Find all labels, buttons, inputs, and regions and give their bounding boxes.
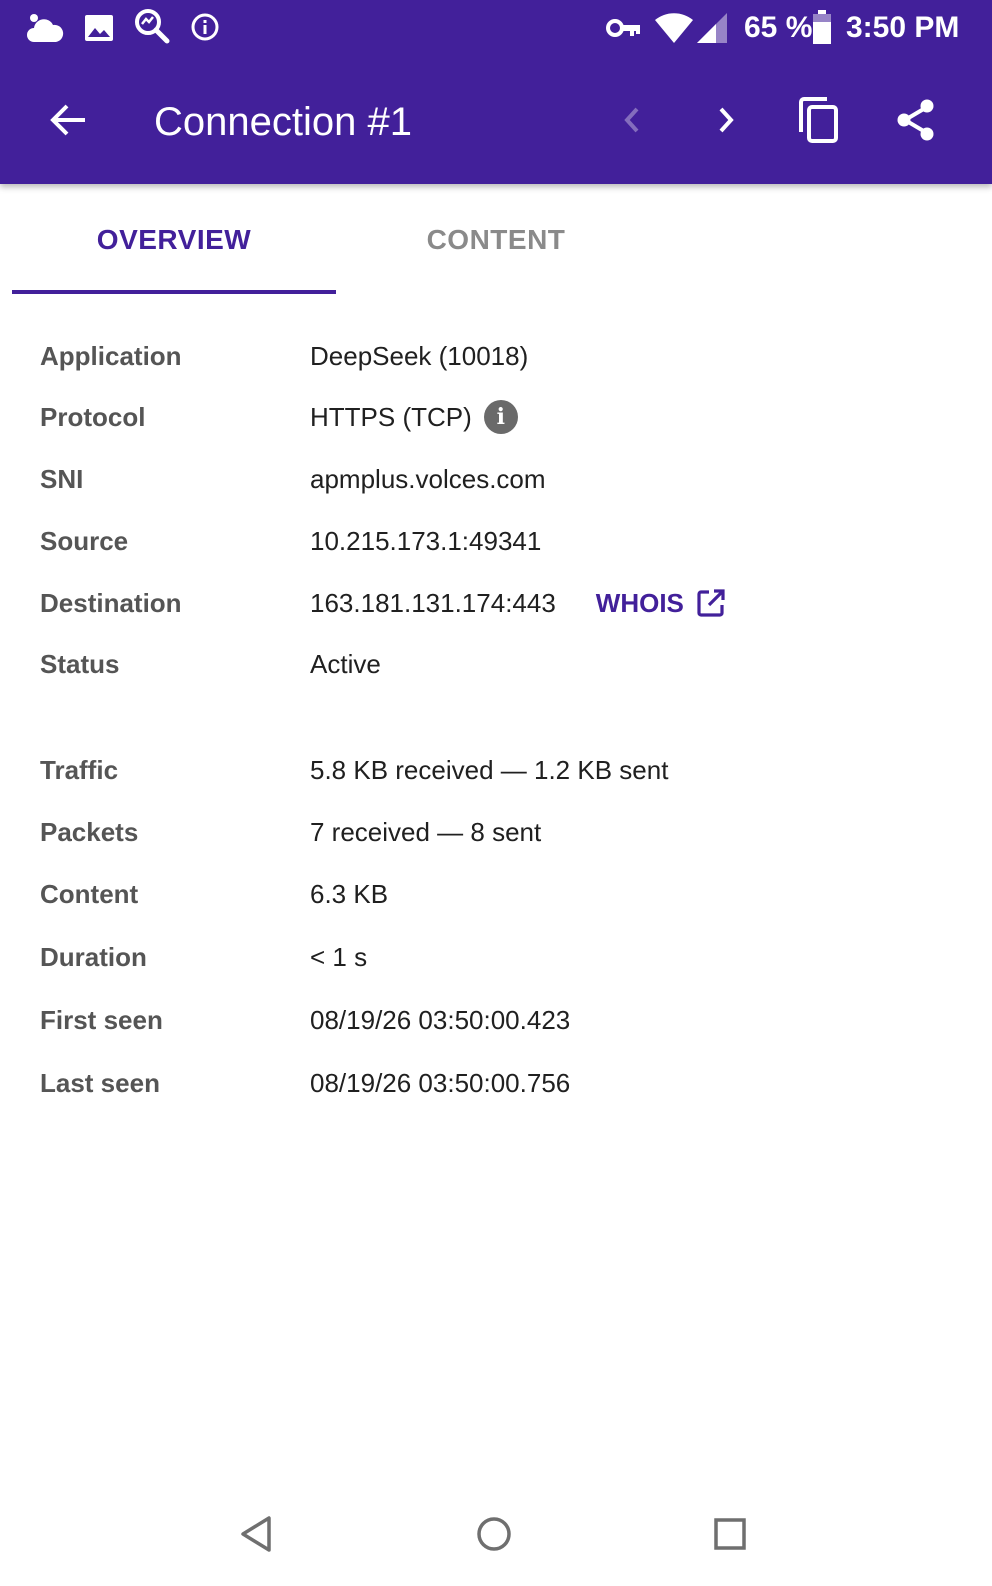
nav-recents-icon: [714, 1518, 746, 1550]
detail-value: apmplus.volces.com: [310, 455, 546, 503]
source-value: 10.215.173.1:49341: [310, 526, 542, 556]
tab-content[interactable]: CONTENT: [336, 184, 656, 296]
detail-row-source: Source 10.215.173.1:49341: [0, 517, 992, 565]
search-icon: [134, 8, 170, 49]
back-button[interactable]: [36, 88, 100, 152]
share-icon: [897, 99, 934, 141]
info-icon: [190, 12, 220, 47]
detail-value: HTTPS (TCP) i: [310, 393, 518, 441]
status-value: Active: [310, 649, 381, 679]
detail-row-status: Status Active: [0, 640, 992, 688]
weather-cloud-icon: [26, 12, 64, 49]
next-connection-button[interactable]: [694, 88, 758, 152]
detail-label: Traffic: [40, 755, 119, 785]
application-value: DeepSeek (10018): [310, 341, 529, 371]
detail-value: 10.215.173.1:49341: [310, 517, 541, 565]
sni-value: apmplus.volces.com: [310, 464, 546, 494]
share-button[interactable]: [884, 88, 948, 152]
detail-row-protocol: Protocol HTTPS (TCP) i: [0, 393, 992, 441]
battery-icon: [812, 10, 832, 49]
detail-label: Source: [40, 526, 129, 556]
open-external-icon: [697, 589, 725, 617]
nav-home-button[interactable]: [464, 1504, 524, 1564]
detail-value: < 1 s: [310, 933, 367, 981]
nav-back-button[interactable]: [226, 1504, 286, 1564]
detail-label: Application: [40, 341, 182, 371]
back-arrow-icon: [50, 104, 85, 136]
destination-value: 163.181.131.174:443: [310, 588, 556, 618]
detail-label: Destination: [40, 588, 182, 618]
detail-value: 08/19/26 03:50:00.756: [310, 1059, 570, 1107]
copy-icon: [799, 97, 838, 143]
detail-row-traffic: Traffic 5.8 KB received — 1.2 KB sent: [0, 746, 992, 794]
app-bar: 65 % 3:50 PM Connection #1: [0, 0, 992, 184]
protocol-info-icon[interactable]: i: [483, 400, 518, 434]
detail-value: 163.181.131.174:443 WHOIS: [310, 579, 726, 627]
detail-label: Duration: [40, 942, 147, 972]
whois-link[interactable]: WHOIS: [596, 579, 726, 627]
detail-value: 6.3 KB: [310, 870, 388, 918]
detail-value: DeepSeek (10018): [310, 332, 528, 380]
copy-button[interactable]: [786, 88, 850, 152]
tab-overview[interactable]: OVERVIEW: [12, 184, 336, 296]
previous-connection-button[interactable]: [600, 88, 664, 152]
detail-value: 08/19/26 03:50:00.423: [310, 996, 570, 1044]
detail-label: First seen: [40, 1005, 163, 1035]
nav-recents-button[interactable]: [700, 1504, 760, 1564]
signal-icon: [696, 12, 728, 49]
page-title: Connection #1: [154, 100, 412, 144]
content-value: 6.3 KB: [310, 879, 389, 909]
chevron-right-icon: [719, 107, 734, 133]
active-tab-indicator: [12, 290, 336, 294]
packets-value: 7 received — 8 sent: [310, 817, 542, 847]
image-icon: [84, 14, 114, 47]
detail-row-packets: Packets 7 received — 8 sent: [0, 808, 992, 856]
detail-label: Content: [40, 879, 139, 909]
detail-row-content: Content 6.3 KB: [0, 870, 992, 918]
detail-value: 5.8 KB received — 1.2 KB sent: [310, 746, 668, 794]
detail-row-destination: Destination 163.181.131.174:443 WHOIS: [0, 579, 992, 627]
detail-label: Status: [40, 649, 120, 679]
whois-label: WHOIS: [595, 588, 684, 618]
detail-label: Packets: [40, 817, 139, 847]
battery-percentage: 65 %: [744, 11, 813, 44]
tab-bar: OVERVIEW CONTENT: [0, 184, 992, 296]
traffic-value: 5.8 KB received — 1.2 KB sent: [310, 755, 669, 785]
detail-label: SNI: [40, 464, 84, 494]
wifi-icon: [654, 12, 694, 49]
detail-value: Active: [310, 640, 381, 688]
system-nav-bar: [0, 1486, 992, 1586]
status-time: 3:50 PM: [846, 11, 960, 44]
duration-value: < 1 s: [310, 942, 368, 972]
last-seen-value: 08/19/26 03:50:00.756: [310, 1068, 571, 1098]
detail-label: Last seen: [40, 1068, 160, 1098]
status-bar: 65 % 3:50 PM: [0, 0, 992, 56]
nav-back-icon: [241, 1516, 271, 1552]
protocol-value: HTTPS (TCP): [310, 402, 472, 432]
detail-row-last-seen: Last seen 08/19/26 03:50:00.756: [0, 1059, 992, 1107]
detail-row-duration: Duration < 1 s: [0, 933, 992, 981]
detail-row-first-seen: First seen 08/19/26 03:50:00.423: [0, 996, 992, 1044]
nav-home-icon: [477, 1517, 511, 1551]
detail-row-application: Application DeepSeek (10018): [0, 332, 992, 380]
detail-value: 7 received — 8 sent: [310, 808, 541, 856]
first-seen-value: 08/19/26 03:50:00.423: [310, 1005, 571, 1035]
detail-label: Protocol: [40, 402, 146, 432]
vpn-key-icon: [606, 16, 642, 45]
chevron-left-icon: [624, 107, 639, 133]
detail-row-sni: SNI apmplus.volces.com: [0, 455, 992, 503]
